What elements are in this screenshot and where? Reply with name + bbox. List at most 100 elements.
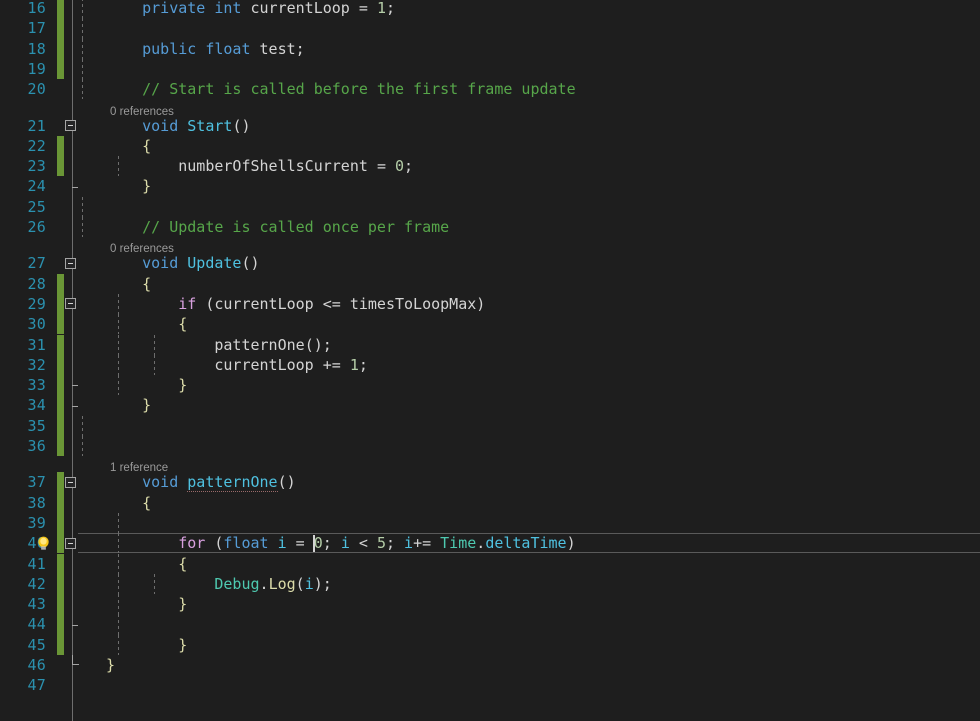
code-token: (	[295, 574, 305, 593]
code-token: ()	[277, 473, 296, 492]
code-text[interactable]: public float test;	[106, 39, 305, 59]
code-text[interactable]: patternOne();	[106, 335, 331, 355]
code-text[interactable]: }	[106, 395, 151, 415]
code-line[interactable]: 32 currentLoop += 1;	[0, 354, 980, 376]
line-number: 43	[27, 595, 46, 614]
change-marker-added	[57, 634, 64, 655]
code-text[interactable]: void patternOne()	[106, 472, 296, 493]
code-text[interactable]: private int currentLoop = 1;	[106, 0, 395, 18]
code-text[interactable]: {	[106, 493, 151, 513]
code-text[interactable]: // Start is called before the first fram…	[106, 79, 575, 99]
code-line[interactable]: 41 {	[0, 553, 980, 574]
fold-collapse-icon[interactable]	[65, 298, 76, 310]
fold-collapse-icon[interactable]	[65, 476, 76, 488]
fold-collapse-icon[interactable]	[65, 537, 76, 549]
code-token: currentLoop	[241, 0, 359, 17]
code-line[interactable]: 40 for (float i = 0; i < 5; i+= Time.del…	[0, 533, 980, 554]
code-line[interactable]: 20 // Start is called before the first f…	[0, 79, 980, 100]
code-line[interactable]: 35	[0, 415, 980, 436]
code-line[interactable]: 33 }	[0, 375, 980, 396]
line-number: 23	[27, 157, 46, 176]
code-line[interactable]: 28 {	[0, 273, 980, 294]
fold-collapse-icon[interactable]	[65, 257, 76, 269]
code-token: 1	[349, 355, 359, 374]
code-line[interactable]: 18 public float test;	[0, 38, 980, 59]
line-number: 44	[27, 615, 46, 634]
code-token: i	[277, 534, 287, 553]
fold-region-end-marker	[72, 655, 79, 665]
code-text[interactable]: Debug.Log(i);	[106, 574, 331, 594]
code-line[interactable]: 46}	[0, 655, 980, 675]
code-line[interactable]: 37 void patternOne()	[0, 472, 980, 493]
code-line[interactable]: 39	[0, 512, 980, 534]
code-line[interactable]: 45 }	[0, 634, 980, 655]
code-line[interactable]: 44	[0, 614, 980, 635]
code-text[interactable]: }	[106, 635, 187, 655]
code-line[interactable]: 30 {	[0, 314, 980, 335]
change-marker-added	[57, 492, 64, 513]
code-token: ;	[322, 534, 341, 553]
code-token: ;	[358, 355, 368, 374]
code-token: i	[404, 534, 414, 553]
fold-collapse-icon[interactable]	[65, 120, 76, 131]
code-line[interactable]: 42 Debug.Log(i);	[0, 573, 980, 595]
fold-region-end-marker	[72, 186, 78, 188]
code-text[interactable]: for (float i = 0; i < 5; i+= Time.deltaT…	[106, 533, 575, 553]
code-text[interactable]: void Start()	[106, 116, 250, 136]
code-line[interactable]: 25	[0, 196, 980, 217]
code-text[interactable]: }	[106, 655, 115, 675]
code-text[interactable]: {	[106, 314, 187, 334]
change-marker-none	[57, 197, 64, 217]
code-text[interactable]: }	[106, 176, 151, 196]
code-line[interactable]: 47	[0, 675, 980, 695]
code-editor[interactable]: 16 private int currentLoop = 1; 17 18 publ…	[0, 0, 980, 721]
line-number: 45	[27, 635, 46, 654]
code-text[interactable]: }	[106, 375, 187, 395]
code-line[interactable]: 17	[0, 18, 980, 39]
code-line[interactable]: 24 }	[0, 176, 980, 196]
code-line[interactable]: 27 void Update()	[0, 253, 980, 273]
code-text[interactable]: {	[106, 554, 187, 574]
code-token: .	[476, 534, 486, 553]
code-text[interactable]: }	[106, 594, 187, 614]
code-token: private	[142, 0, 206, 17]
line-number: 35	[27, 416, 46, 435]
code-token: +=	[322, 355, 341, 374]
code-token: {	[178, 554, 188, 573]
code-line[interactable]: 31 patternOne();	[0, 334, 980, 355]
code-token: ;	[404, 157, 414, 176]
code-text[interactable]: {	[106, 136, 151, 156]
code-token: .	[259, 574, 269, 593]
code-token: timesToLoopMax)	[340, 294, 486, 313]
code-line[interactable]: 22 {	[0, 135, 980, 157]
code-line[interactable]: 26 // Update is called once per frame	[0, 217, 980, 238]
code-text[interactable]: // Update is called once per frame	[106, 217, 449, 237]
code-line[interactable]: 21 void Start()	[0, 116, 980, 136]
code-line[interactable]: 23 numberOfShellsCurrent = 0;	[0, 156, 980, 177]
fold-region-end-marker	[72, 385, 78, 387]
code-text[interactable]: {	[106, 274, 151, 294]
code-line[interactable]: 36	[0, 436, 980, 457]
line-number: 41	[27, 554, 46, 573]
code-text[interactable]: numberOfShellsCurrent = 0;	[106, 156, 413, 176]
code-token: Start	[187, 116, 233, 135]
code-token: patternOne	[187, 473, 278, 493]
code-line[interactable]: 34 }	[0, 395, 980, 416]
code-line[interactable]: 43 }	[0, 594, 980, 615]
code-line[interactable]: 29 if (currentLoop <= timesToLoopMax)	[0, 293, 980, 315]
change-marker-added	[57, 0, 64, 19]
code-text[interactable]: currentLoop += 1;	[106, 355, 368, 375]
code-line[interactable]: 38 {	[0, 492, 980, 513]
code-line[interactable]: 16 private int currentLoop = 1;	[0, 0, 980, 19]
code-text[interactable]: void Update()	[106, 253, 259, 273]
code-text[interactable]: if (currentLoop <= timesToLoopMax)	[106, 294, 485, 314]
code-line[interactable]: 19	[0, 58, 980, 80]
lightbulb-icon[interactable]	[35, 535, 52, 552]
code-token: i	[304, 574, 314, 593]
